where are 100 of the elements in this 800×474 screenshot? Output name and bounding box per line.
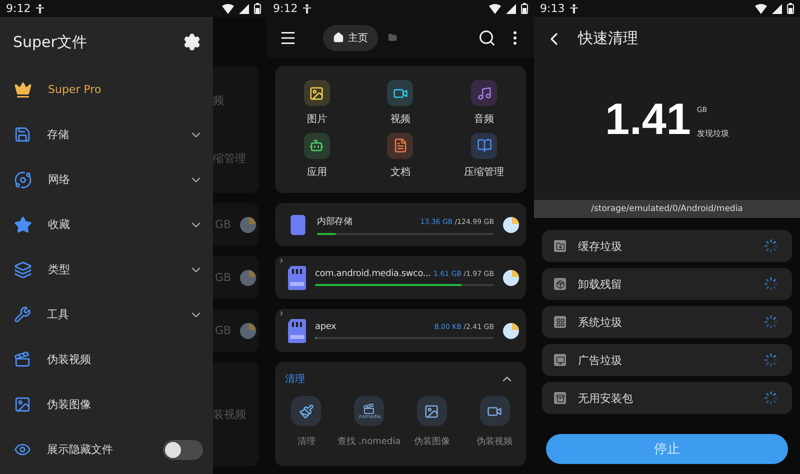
signal-icon [239,4,249,14]
junk-category-label: 广告垃圾 [578,352,623,368]
folder-icon [554,240,566,252]
status-time: 9:12 [6,2,31,15]
status-time: 9:12 [273,2,298,15]
pie-chart-icon [239,216,258,234]
tool-item[interactable]: 伪装视频 [463,396,526,448]
home-icon [333,32,344,43]
brush-icon [291,396,322,426]
tool-item[interactable]: 伪装图像 [400,396,464,448]
section-title: 清理 [285,372,305,386]
video-icon [480,396,510,426]
breadcrumb-chip[interactable]: 主页 [323,24,378,50]
document-icon [387,132,414,158]
eye-icon [14,441,31,458]
drawer-item-label: 类型 [48,262,71,277]
layers-icon [14,260,32,278]
storage-name: apex [315,322,338,332]
drawer-item[interactable]: 存储 [0,112,213,157]
drawer-item[interactable]: 伪装视频 [0,337,213,382]
junk-category-row[interactable]: 广告垃圾 [542,344,792,376]
junk-category-label: 系统垃圾 [578,314,623,330]
sd-card-icon [287,266,307,290]
drawer-item-label: Super Pro [48,83,102,96]
junk-category-row[interactable]: 无用安装包 [542,382,792,414]
tool-label: 装视频 [213,406,246,422]
tool-label: 伪装图像 [414,436,450,448]
signal-icon [506,4,516,14]
drawer-item[interactable]: 展示隐藏文件 [0,427,213,472]
tool-item[interactable]: 清理 [275,396,338,448]
battery-icon [521,3,528,14]
pie-chart-icon [239,268,258,286]
junk-category-row[interactable]: 系统垃圾 [542,306,792,338]
category-tile[interactable]: 图片 [275,80,359,132]
star-icon [14,216,32,234]
robot-icon [304,132,330,158]
toggle-switch[interactable] [163,440,203,460]
category-label: 压缩管理 [464,166,504,178]
wifi-icon [755,4,767,14]
search-icon[interactable] [478,28,496,46]
drawer-item-label: 存储 [47,127,70,142]
drawer-item[interactable]: Super Pro [0,67,213,112]
music-note-icon [471,80,498,106]
video-icon [14,351,31,368]
tool-label: 查找 .nomedia [338,436,401,448]
drawer-item-label: 收藏 [48,217,71,232]
accessibility-icon [302,4,311,14]
drawer-item[interactable]: 网络 [0,157,213,202]
package-icon [554,278,566,290]
sd-card-icon [287,318,307,342]
category-label: 应用 [306,166,327,178]
accessibility-icon [36,4,44,14]
wifi-icon [222,4,234,14]
junk-category-row[interactable]: 卸载残留 [542,268,792,300]
category-tile[interactable]: 压缩管理 [442,132,526,185]
drawer-item[interactable]: 伪装图像 [0,382,213,427]
tool-label: 清理 [297,436,316,448]
category-tile[interactable]: 文档 [358,132,442,185]
category-tile[interactable]: 应用 [275,132,359,185]
junk-amount: 1.41 [605,95,691,145]
category-label: 频 [213,93,224,108]
signal-icon [772,4,782,14]
drawer-item[interactable]: 收藏 [0,202,213,247]
app-title: Super文件 [13,32,87,52]
junk-category-label: 卸载残留 [578,276,623,292]
pie-chart-icon [239,322,258,340]
category-label: 缩管理 [213,150,246,166]
amount-caption: 发现垃圾 [696,128,729,138]
screen-title: 快速清理 [578,29,638,48]
category-label: 文档 [390,166,410,178]
pie-chart-icon [502,322,520,340]
archive-icon [471,132,498,158]
image-icon [14,396,31,413]
category-label: 视频 [390,112,410,126]
drawer-item-label: 展示隐藏文件 [47,442,114,457]
video-camera-icon [387,80,414,106]
wrench-icon [14,306,31,323]
junk-category-row[interactable]: 缓存垃圾 [542,230,792,262]
pie-chart-icon [502,216,520,234]
wifi-icon [489,4,501,14]
image-icon [416,396,447,426]
category-tile[interactable]: 音频 [442,80,526,132]
pie-chart-icon [502,268,520,286]
tool-label: 伪装视频 [476,436,513,448]
drawer-item[interactable]: 工具 [0,292,213,337]
battery-icon [254,3,261,14]
storage-size: GB [215,271,232,284]
grid-icon [554,316,566,328]
settings-icon[interactable] [183,33,201,51]
category-label: 图片 [306,112,327,126]
archive-icon [554,392,566,404]
status-time: 9:13 [540,2,565,15]
category-tile[interactable]: 视频 [358,80,442,132]
drawer-item-label: 工具 [47,307,70,322]
accessibility-icon [570,4,578,14]
scan-path: /storage/emulated/0/Android/media [534,200,800,218]
folder-icon [388,33,397,42]
image-icon [304,80,330,106]
junk-category-label: 缓存垃圾 [578,238,623,254]
drawer-item[interactable]: 类型 [0,247,213,292]
